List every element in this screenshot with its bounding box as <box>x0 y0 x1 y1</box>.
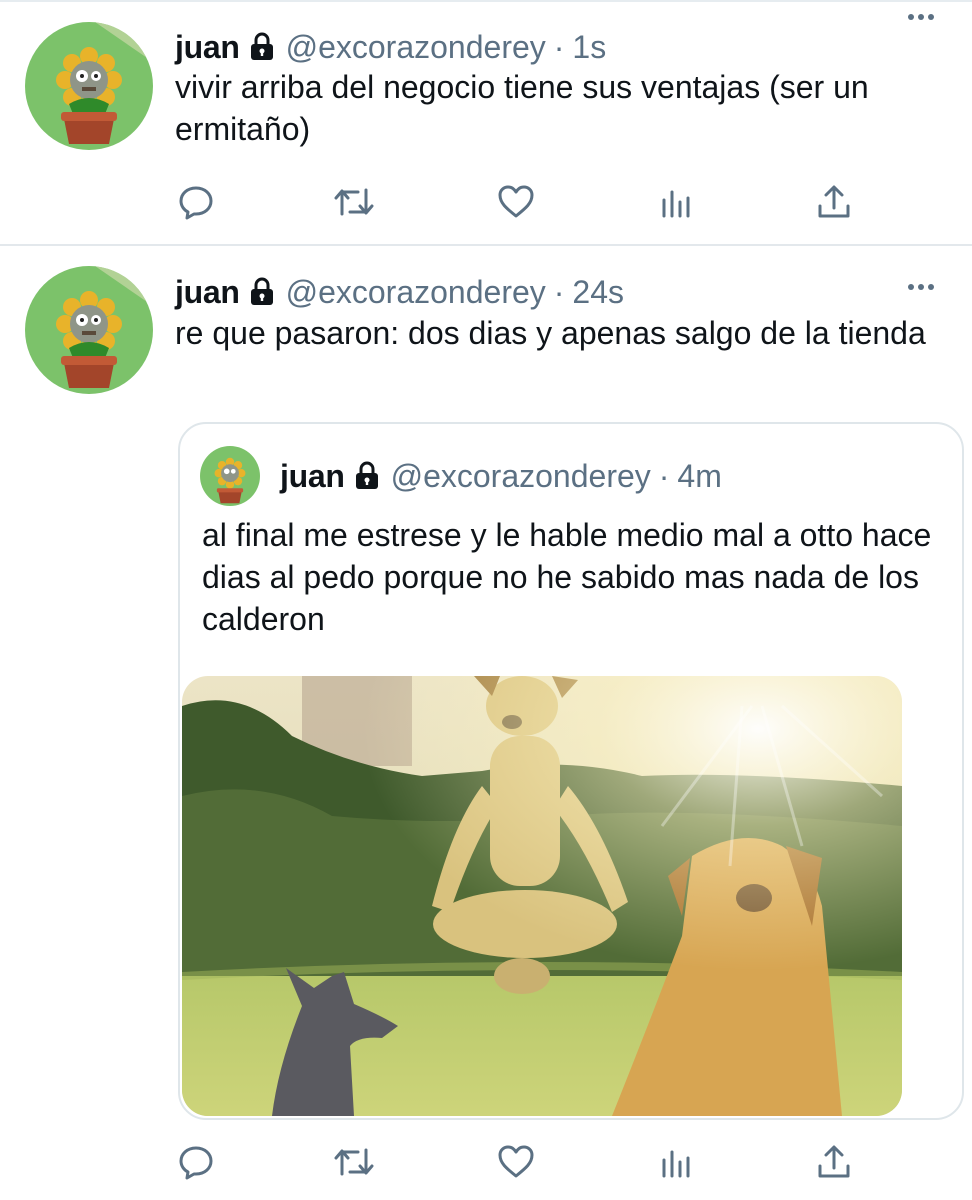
separator: · <box>658 457 670 494</box>
avatar[interactable] <box>25 22 153 150</box>
author-name[interactable]: juan <box>175 29 240 66</box>
retweet-icon[interactable] <box>332 1142 376 1182</box>
quoted-author-name: juan <box>280 457 345 494</box>
tweet-text: re que pasaron: dos dias y apenas salgo … <box>175 315 926 351</box>
like-icon[interactable] <box>494 182 538 222</box>
tweet[interactable]: juan @excorazonderey · 1s vivir arriba d… <box>0 0 972 246</box>
quoted-avatar <box>200 446 260 506</box>
author-handle[interactable]: @excorazonderey <box>286 274 546 311</box>
separator: · <box>553 28 565 65</box>
more-icon[interactable] <box>908 284 934 290</box>
lock-icon <box>248 32 276 62</box>
separator: · <box>553 273 565 310</box>
tweet-text: vivir arriba del negocio tiene sus venta… <box>175 69 869 147</box>
reply-icon[interactable] <box>174 182 218 222</box>
retweet-icon[interactable] <box>332 182 376 222</box>
action-bar <box>0 182 972 222</box>
share-icon[interactable] <box>812 1142 856 1182</box>
tweet-header: juan @excorazonderey · 24s <box>175 270 624 314</box>
analytics-icon[interactable] <box>654 182 698 222</box>
tweet[interactable]: juan @excorazonderey · 24s re que pasaro… <box>0 246 972 1200</box>
avatar[interactable] <box>25 266 153 394</box>
timestamp[interactable]: 1s <box>572 29 606 66</box>
lock-icon <box>248 277 276 307</box>
more-icon[interactable] <box>908 14 934 20</box>
author-name[interactable]: juan <box>175 274 240 311</box>
quoted-author-handle: @excorazonderey <box>390 457 651 494</box>
reply-icon[interactable] <box>174 1142 218 1182</box>
tweet-header: juan @excorazonderey · 1s <box>175 25 606 69</box>
quoted-header: juan @excorazonderey · 4m <box>280 454 722 498</box>
like-icon[interactable] <box>494 1142 538 1182</box>
meditating-dog-meme-image[interactable] <box>182 676 902 1116</box>
quoted-tweet[interactable]: juan @excorazonderey · 4m al final me es… <box>178 422 964 1120</box>
share-icon[interactable] <box>812 182 856 222</box>
analytics-icon[interactable] <box>654 1142 698 1182</box>
action-bar <box>0 1142 972 1182</box>
quoted-text: al final me estrese y le hable medio mal… <box>202 517 932 637</box>
author-handle[interactable]: @excorazonderey <box>286 29 546 66</box>
timestamp[interactable]: 24s <box>572 274 624 311</box>
quoted-timestamp: 4m <box>677 457 722 494</box>
lock-icon <box>353 461 381 491</box>
